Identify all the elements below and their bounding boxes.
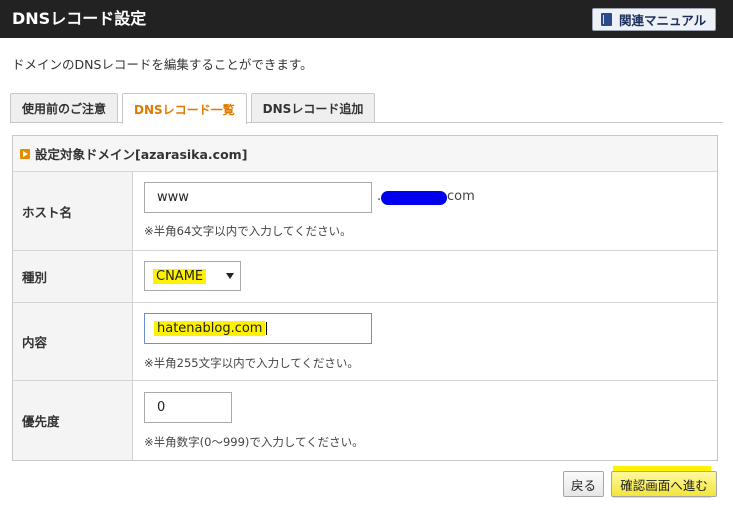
host-input-value: www: [157, 190, 189, 205]
host-row: ホスト名 www . com ※半角64文字以内で入力してください。: [13, 172, 717, 251]
type-select-value: CNAME: [153, 268, 207, 284]
domain-suffix: com: [447, 189, 475, 204]
text-cursor: [266, 322, 268, 335]
page-description: ドメインのDNSレコードを編集することができます。: [12, 57, 313, 72]
host-hint: ※半角64文字以内で入力してください。: [144, 224, 352, 238]
content-hint: ※半角255文字以内で入力してください。: [144, 356, 359, 370]
tab-precautions[interactable]: 使用前のご注意: [10, 93, 119, 123]
priority-row: 優先度 0 ※半角数字(0〜999)で入力してください。: [13, 381, 717, 460]
related-manual-label: 関連マニュアル: [619, 13, 707, 28]
content-input-value: hatenablog.com: [154, 321, 266, 336]
host-input[interactable]: www: [144, 182, 372, 213]
content-input[interactable]: hatenablog.com: [144, 313, 372, 344]
section-header: 設定対象ドメイン[azarasika.com]: [13, 136, 717, 172]
section-title: 設定対象ドメイン[azarasika.com]: [35, 147, 248, 162]
related-manual-button[interactable]: 関連マニュアル: [592, 8, 716, 31]
type-select[interactable]: CNAME: [144, 261, 241, 291]
content-label: 内容: [13, 303, 133, 380]
content-row: 内容 hatenablog.com ※半角255文字以内で入力してください。: [13, 303, 717, 381]
type-row: 種別 CNAME: [13, 251, 717, 303]
dns-record-form: 設定対象ドメイン[azarasika.com] ホスト名 www . com ※…: [12, 135, 718, 461]
page-title: DNSレコード設定: [12, 9, 147, 28]
redaction-mark: [381, 191, 447, 205]
page-header: DNSレコード設定 関連マニュアル: [0, 0, 733, 38]
priority-input-value: 0: [157, 400, 166, 415]
chevron-down-icon: [226, 273, 234, 279]
priority-input[interactable]: 0: [144, 392, 232, 423]
tab-dns-record-list[interactable]: DNSレコード一覧: [122, 93, 247, 124]
arrow-right-icon: [20, 148, 30, 159]
book-icon: [601, 13, 612, 26]
type-label: 種別: [13, 251, 133, 302]
priority-hint: ※半角数字(0〜999)で入力してください。: [144, 435, 364, 449]
host-label: ホスト名: [13, 172, 133, 250]
confirm-next-button[interactable]: 確認画面へ進む: [611, 471, 717, 497]
tab-dns-record-add[interactable]: DNSレコード追加: [250, 93, 376, 123]
tab-divider: [10, 122, 723, 123]
priority-label: 優先度: [13, 381, 133, 460]
back-button[interactable]: 戻る: [563, 471, 604, 497]
tab-bar: 使用前のご注意 DNSレコード一覧 DNSレコード追加: [10, 93, 379, 124]
